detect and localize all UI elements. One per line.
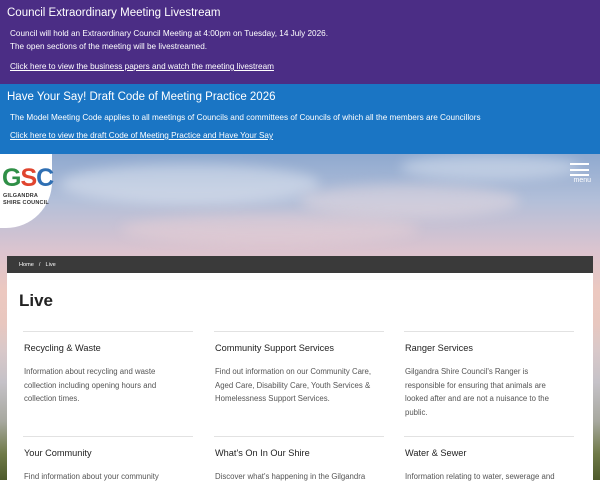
card-title[interactable]: Recycling & Waste <box>24 343 101 353</box>
card-whats-on[interactable]: What's On In Our Shire Discover what's h… <box>214 436 384 481</box>
breadcrumb-current: Live <box>45 261 56 268</box>
card-recycling-waste[interactable]: Recycling & Waste Information about recy… <box>23 331 193 403</box>
alert-banner-have-your-say: Have Your Say! Draft Code of Meeting Pra… <box>0 84 600 154</box>
alert-text-line: Council will hold an Extraordinary Counc… <box>10 29 328 38</box>
card-title[interactable]: Your Community <box>24 448 92 458</box>
alert-link-code-of-meeting[interactable]: Click here to view the draft Code of Mee… <box>10 131 273 140</box>
alert-title: Have Your Say! Draft Code of Meeting Pra… <box>7 91 276 103</box>
card-ranger-services[interactable]: Ranger Services Gilgandra Shire Council'… <box>404 331 574 417</box>
card-description: Gilgandra Shire Council's Ranger is resp… <box>405 367 549 417</box>
main-content: Home / Live Live Recycling & Waste Infor… <box>7 256 593 481</box>
card-description: Find out information on our Community Ca… <box>215 367 372 404</box>
breadcrumb: Home / Live <box>7 256 593 273</box>
alert-title: Council Extraordinary Meeting Livestream <box>7 7 221 19</box>
logo-mark: GSC <box>2 164 54 192</box>
card-description: Information relating to water, sewerage … <box>405 472 555 481</box>
card-description: Information about recycling and waste co… <box>24 367 157 404</box>
card-community-support[interactable]: Community Support Services Find out info… <box>214 331 384 403</box>
alert-link-business-papers[interactable]: Click here to view the business papers a… <box>10 62 274 71</box>
card-description: Discover what's happening in the Gilgand… <box>215 472 366 481</box>
page-title: Live <box>19 291 54 310</box>
menu-label[interactable]: menu <box>573 177 591 184</box>
card-title[interactable]: Water & Sewer <box>405 448 466 458</box>
card-title[interactable]: Ranger Services <box>405 343 473 353</box>
card-title[interactable]: What's On In Our Shire <box>215 448 310 458</box>
card-water-sewer[interactable]: Water & Sewer Information relating to wa… <box>404 436 574 481</box>
breadcrumb-home[interactable]: Home <box>19 262 34 268</box>
card-title[interactable]: Community Support Services <box>215 343 334 353</box>
breadcrumb-separator: / <box>38 261 41 268</box>
alert-banner-livestream: Council Extraordinary Meeting Livestream… <box>0 0 600 84</box>
card-description: Find information about your community <box>24 472 159 481</box>
logo-name: GILGANDRA SHIRE COUNCIL <box>3 193 49 206</box>
alert-text-line: The Model Meeting Code applies to all me… <box>10 113 481 122</box>
alert-text-line: The open sections of the meeting will be… <box>10 42 208 51</box>
card-your-community[interactable]: Your Community Find information about yo… <box>23 436 193 481</box>
